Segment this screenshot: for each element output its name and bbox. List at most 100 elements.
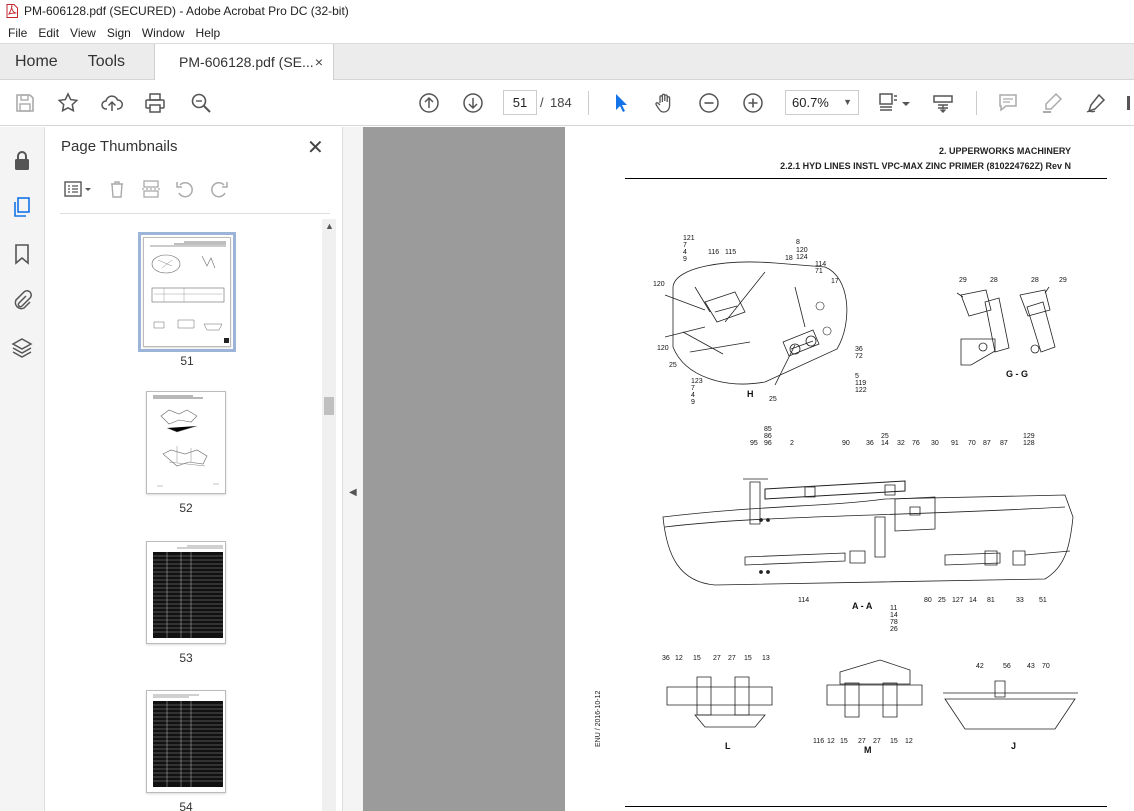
bookmark-star-icon[interactable] (56, 91, 80, 115)
callout: 32 (897, 440, 905, 447)
callout: 15 (890, 738, 898, 745)
zoom-level-value: 60.7% (792, 95, 829, 110)
bookmarks-icon[interactable] (10, 242, 34, 266)
page-fit-dropdown-icon[interactable] (900, 91, 912, 115)
callout: 120 (657, 345, 669, 352)
scrollbar-thumb[interactable] (324, 397, 334, 415)
hand-icon[interactable] (653, 91, 677, 115)
callout: 15 (693, 655, 701, 662)
toolbar-divider (976, 91, 977, 115)
print-icon[interactable] (143, 91, 167, 115)
callout: 120 (653, 281, 665, 288)
callout: 27 (858, 738, 866, 745)
callout: 116 (708, 249, 719, 256)
document-viewport[interactable]: 2. UPPERWORKS MACHINERY 2.2.1 HYD LINES … (363, 127, 1134, 811)
callout: 25 (769, 396, 777, 403)
view-label-h: H (747, 389, 754, 399)
callout: 7 (683, 242, 687, 249)
zoom-in-icon[interactable] (741, 91, 765, 115)
zoom-out-icon[interactable] (697, 91, 721, 115)
zoom-level-select[interactable]: 60.7% ▼ (785, 90, 859, 115)
callout: 2 (790, 440, 794, 447)
callout: 86 (764, 433, 772, 440)
layers-icon[interactable] (10, 335, 34, 359)
attachments-icon[interactable] (10, 288, 34, 312)
highlight-icon[interactable] (1040, 91, 1064, 115)
callout: 30 (931, 440, 939, 447)
panel-title: Page Thumbnails (61, 138, 178, 155)
menu-help[interactable]: Help (191, 23, 227, 43)
page-up-icon[interactable] (417, 91, 441, 115)
callout: 76 (912, 440, 920, 447)
page-down-icon[interactable] (461, 91, 485, 115)
callout: 14 (969, 597, 977, 604)
total-pages: 184 (550, 95, 572, 110)
callout: 42 (976, 663, 984, 670)
callout: 12 (905, 738, 913, 745)
menu-window[interactable]: Window (137, 23, 191, 43)
delete-page-icon[interactable] (105, 177, 129, 201)
callout: 85 (764, 426, 772, 433)
acrobat-window: { "window": { "title": "PM-606128.pdf (S… (0, 0, 1134, 811)
menu-file[interactable]: File (3, 23, 33, 43)
search-zoom-icon[interactable] (189, 91, 213, 115)
panel-divider (60, 213, 330, 214)
rotate-left-icon[interactable] (173, 177, 197, 201)
tab-home[interactable]: Home (0, 44, 73, 79)
tab-bar: Home Tools PM-606128.pdf (SE... × (0, 43, 1134, 80)
close-tab-icon[interactable]: × (315, 54, 323, 70)
callout: 27 (713, 655, 721, 662)
callout: 51 (1039, 597, 1047, 604)
save-icon[interactable] (13, 91, 37, 115)
thumbnail-label: 54 (179, 800, 193, 811)
menu-view[interactable]: View (65, 23, 102, 43)
page-thumbnails-icon[interactable] (10, 195, 34, 219)
close-panel-icon[interactable]: ✕ (307, 135, 324, 160)
callout: 128 (1023, 440, 1035, 447)
thumbnail-toolbar (61, 177, 241, 201)
thumbnail-options-icon[interactable] (61, 177, 95, 201)
view-label-l: L (725, 741, 731, 751)
pdf-file-icon (6, 4, 18, 18)
callout: 29 (1059, 277, 1067, 284)
callout: 91 (951, 440, 959, 447)
callout: 14 (881, 440, 889, 447)
upload-icon[interactable] (100, 91, 124, 115)
scroll-up-icon[interactable]: ▲ (325, 221, 334, 231)
menu-edit[interactable]: Edit (33, 23, 65, 43)
menu-sign[interactable]: Sign (102, 23, 137, 43)
pdf-page: 2. UPPERWORKS MACHINERY 2.2.1 HYD LINES … (565, 127, 1134, 811)
callout: 114 (815, 261, 826, 268)
comment-icon[interactable] (996, 91, 1020, 115)
callout: 36 (866, 440, 874, 447)
thumbnail-scrollbar[interactable]: ▲ (322, 219, 336, 811)
extract-pages-icon[interactable] (139, 177, 163, 201)
scroll-mode-icon[interactable] (931, 91, 955, 115)
callout: 9 (683, 256, 687, 263)
callout: 119 (855, 380, 866, 387)
tab-document[interactable]: PM-606128.pdf (SE... × (154, 44, 335, 80)
current-page-input[interactable]: 51 (503, 90, 537, 115)
toolbar-divider (588, 91, 589, 115)
lock-icon[interactable] (10, 149, 34, 173)
callout: 43 (1027, 663, 1035, 670)
sign-icon[interactable] (1084, 91, 1108, 115)
rotate-right-icon[interactable] (207, 177, 231, 201)
panel-collapse-handle[interactable]: ◀ (343, 127, 363, 811)
select-cursor-icon[interactable] (609, 91, 633, 115)
callout: 18 (785, 255, 793, 262)
more-tools-icon[interactable] (1124, 91, 1134, 115)
footer-rule (625, 806, 1107, 807)
collapse-left-icon[interactable]: ◀ (349, 487, 357, 498)
page-fit-icon[interactable] (876, 91, 900, 115)
callout: 114 (798, 597, 809, 604)
tab-tools[interactable]: Tools (73, 44, 140, 79)
callout: 72 (855, 353, 863, 360)
callout: 115 (725, 249, 736, 256)
tab-document-label: PM-606128.pdf (SE... (179, 54, 314, 70)
page-header-subsection: 2.2.1 HYD LINES INSTL VPC-MAX ZINC PRIME… (780, 161, 1071, 171)
callouts-view-h: 121 7 4 9 116 115 8 120 124 18 114 71 17… (653, 235, 867, 406)
callout: 78 (890, 619, 898, 626)
callout: 121 (683, 235, 695, 242)
callout: 36 (855, 346, 863, 353)
